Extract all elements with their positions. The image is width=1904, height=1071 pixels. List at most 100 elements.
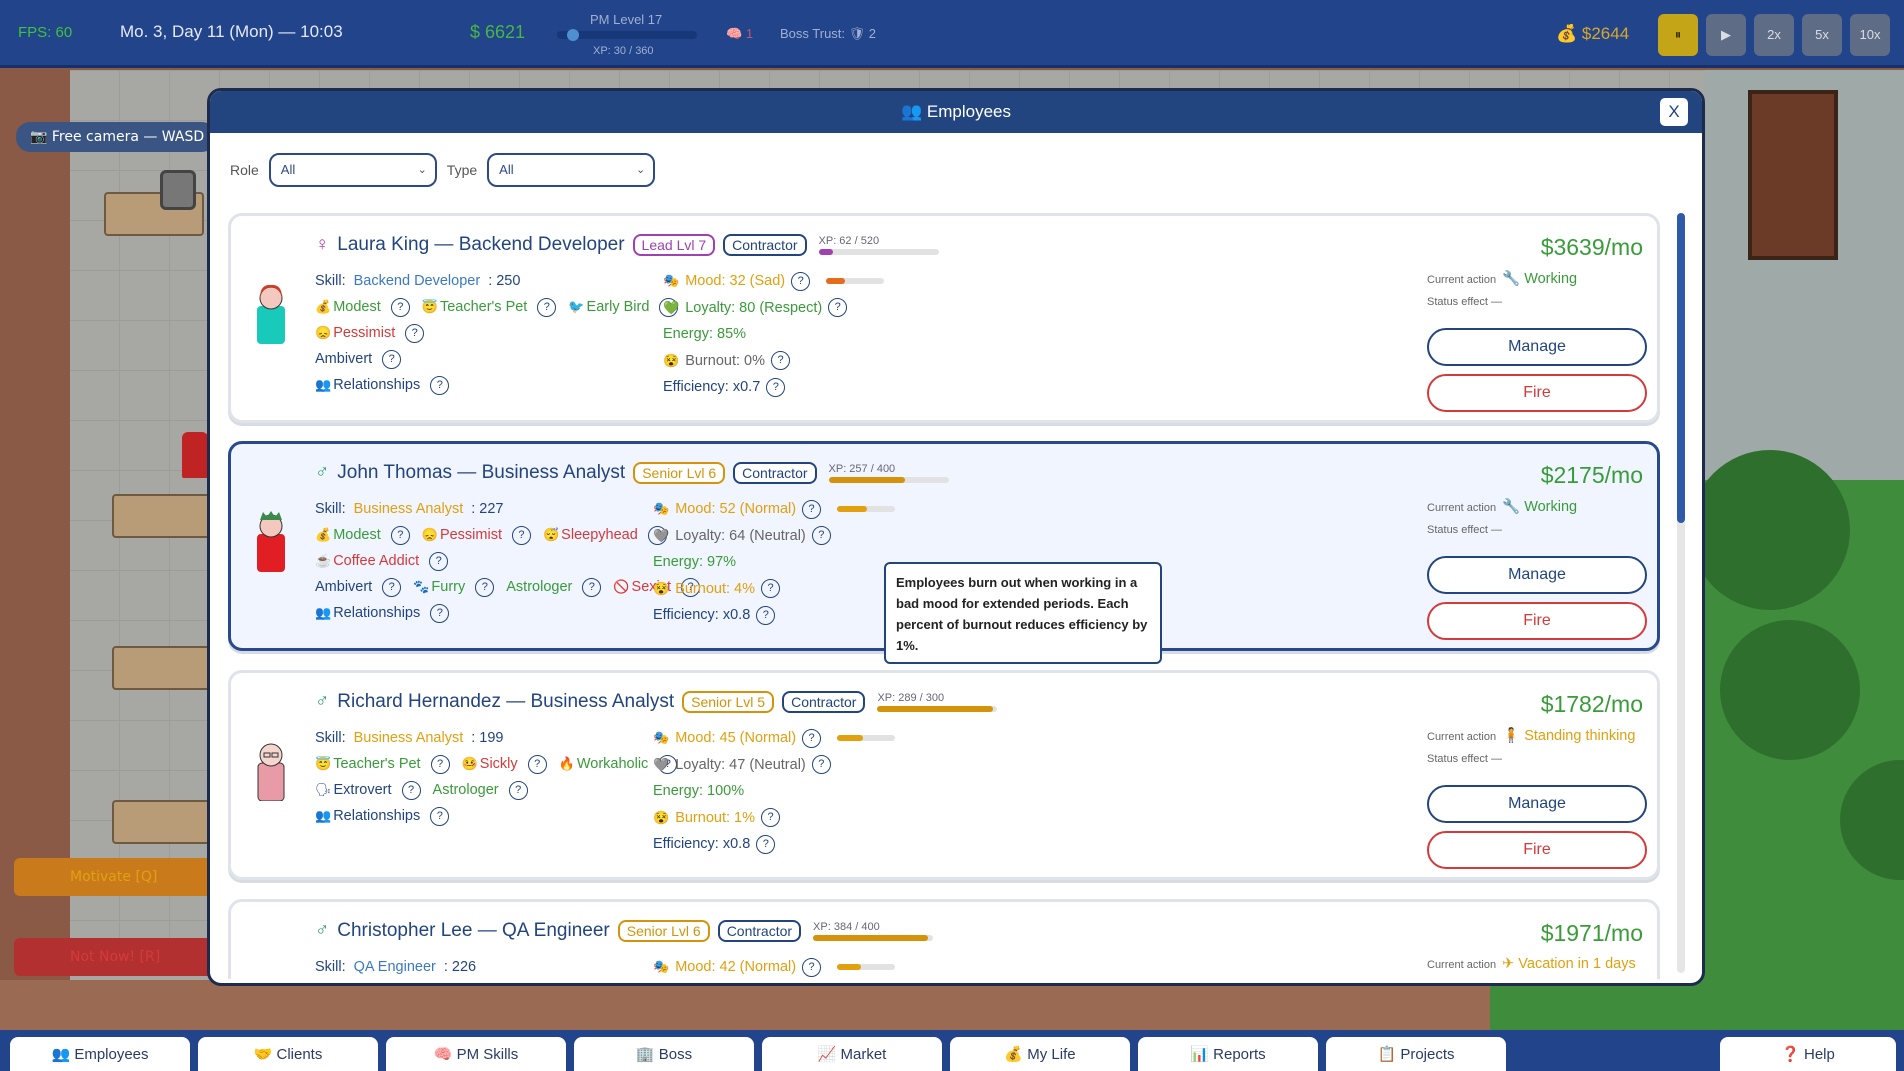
traits-column: Skill: Business Analyst: 227 💰 Modest? 😞 Pes… [315,496,704,626]
employee-avatar [257,284,285,344]
help-icon[interactable]: ? [430,806,450,826]
help-icon[interactable]: ? [828,298,848,318]
help-icon[interactable]: ? [405,323,425,343]
speed-5x-button[interactable]: 5x [1802,14,1842,56]
help-icon[interactable]: ? [771,351,790,371]
help-icon[interactable]: ? [390,297,410,317]
help-icon[interactable]: ? [429,551,449,571]
fire-button[interactable]: Fire [1427,602,1647,640]
salary: $2175/mo [1540,462,1643,488]
pause-button[interactable]: ⏸ [1658,14,1698,56]
bird-icon: 🐦 [568,299,585,314]
manage-button[interactable]: Manage [1427,328,1647,366]
relationships-link[interactable]: 👥 Relationships [315,803,420,829]
play-button[interactable]: ▶ [1706,14,1746,56]
trait-label: Coffee Addict [333,553,420,569]
skill-name: QA Engineer [353,959,436,975]
xp-fill [828,477,906,483]
sad-face-icon: 😞 [315,325,332,340]
skill-label: Skill: [315,501,346,517]
relationships-link[interactable]: 👥 Relationships [315,600,420,626]
skill-value: : 199 [471,730,504,746]
help-icon[interactable]: ? [390,525,410,545]
stats-column: 🎭 Mood: 52 (Normal)? 🩶 Loyalty: 64 (Neutra… [653,496,896,629]
type-select[interactable]: All ⌄ [487,153,656,187]
tab-help[interactable]: ❓ Help [1720,1037,1896,1071]
employee-avatar [257,743,285,801]
mood-fill [826,278,845,285]
help-icon[interactable]: ? [430,375,450,395]
speed-2x-button[interactable]: 2x [1754,14,1794,56]
help-icon[interactable]: ? [766,377,786,397]
help-icon[interactable]: ? [802,499,822,519]
help-icon[interactable]: ? [802,957,822,977]
help-icon[interactable]: ? [382,349,402,369]
tab-clients[interactable]: 🤝 Clients [198,1037,378,1071]
employees-modal: 👥 Employees X Role All ⌄ Type All ⌄ ♀ Laur… [207,88,1705,986]
role-select[interactable]: All ⌄ [268,153,437,187]
help-icon[interactable]: ? [811,526,831,546]
tab-employees[interactable]: 👥 Employees [10,1037,190,1071]
tab-boss[interactable]: 🏢 Boss [574,1037,754,1071]
help-icon[interactable]: ? [802,728,822,748]
action-text: Working [1524,499,1578,515]
wrench-icon: 🔧 [1502,271,1525,287]
mood-fill [837,735,864,742]
people-icon: 👥 [315,808,332,823]
help-icon[interactable]: ? [791,271,811,291]
help-icon[interactable]: ? [811,755,831,775]
help-icon[interactable]: ? [756,834,776,854]
current-action-label: Current action [1427,502,1497,514]
fire-button[interactable]: Fire [1427,374,1647,412]
employee-name: Laura King — Backend Developer [337,234,625,255]
xp-label: XP: 257 / 400 [828,463,896,475]
status-effect: Status effect — [1427,296,1502,308]
xp-bar [818,249,939,255]
trait: 🔥 Workaholic [559,751,649,777]
trait-label: Workaholic [576,756,649,772]
help-icon[interactable]: ? [537,297,557,317]
traits-column: Skill: QA Engineer: 226 [315,954,476,979]
help-icon[interactable]: ? [761,808,780,828]
help-icon[interactable]: ? [430,603,450,623]
scrollbar-thumb[interactable] [1677,213,1685,523]
help-icon[interactable]: ? [508,780,528,800]
help-icon[interactable]: ? [401,780,421,800]
scrollbar[interactable] [1677,213,1685,973]
xp-fill [818,249,833,255]
tab-reports[interactable]: 📊 Reports [1138,1037,1318,1071]
speed-10x-button[interactable]: 10x [1850,14,1890,56]
help-icon[interactable]: ? [761,579,780,599]
personal-money: 💰 $2644 [1556,24,1630,43]
tab-my-life[interactable]: 💰 My Life [950,1037,1130,1071]
mood-label: Mood: 52 (Normal) [675,501,797,517]
help-icon[interactable]: ? [475,577,495,597]
skill-label: Skill: [315,730,346,746]
stats-column: 🎭 Mood: 45 (Normal)? 🩶 Loyalty: 47 (Neutra… [653,725,896,858]
relationships-link[interactable]: 👥 Relationships [315,372,420,398]
manage-button[interactable]: Manage [1427,556,1647,594]
burnout-label: Burnout: 4% [675,580,755,597]
motivate-button[interactable]: Motivate [Q] [14,858,214,896]
mood-fill [837,964,862,971]
fire-button[interactable]: Fire [1427,831,1647,869]
help-icon[interactable]: ? [527,754,547,774]
help-icon[interactable]: ? [582,577,602,597]
trait-label: Modest [333,527,381,543]
skill-value: : 226 [443,959,477,975]
manage-button[interactable]: Manage [1427,785,1647,823]
tab-pm-skills[interactable]: 🧠 PM Skills [386,1037,566,1071]
close-button[interactable]: X [1660,98,1688,126]
help-icon[interactable]: ? [511,525,531,545]
halo-face-icon: 😇 [421,299,438,314]
tab-projects[interactable]: 📋 Projects [1326,1037,1506,1071]
employee-sprite[interactable] [182,432,208,478]
help-icon[interactable]: ? [430,754,450,774]
game-date: Mo. 3, Day 11 (Mon) — 10:03 [120,22,343,41]
help-icon[interactable]: ? [382,577,402,597]
tab-market[interactable]: 📈 Market [762,1037,942,1071]
efficiency-label: Efficiency: x0.7 [663,379,761,395]
help-icon[interactable]: ? [756,605,776,625]
not-now-button[interactable]: Not Now! [R] [14,938,214,976]
pm-xp-bar [557,29,697,41]
